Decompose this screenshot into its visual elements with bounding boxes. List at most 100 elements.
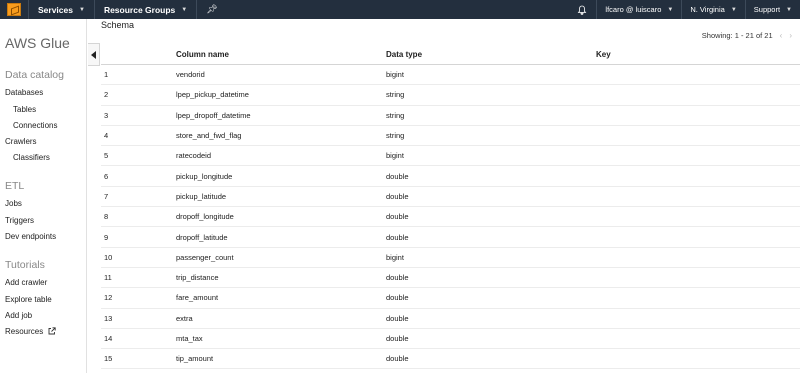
row-index: 8 <box>104 212 109 222</box>
sidebar-item-triggers[interactable]: Triggers <box>5 216 34 225</box>
row-column-name: passenger_count <box>176 252 234 262</box>
row-data-type: bigint <box>386 70 404 80</box>
table-row[interactable]: 2 lpep_pickup_datetime string <box>101 85 800 106</box>
pin-icon[interactable]: 📌︎ <box>197 4 226 15</box>
pagination: Showing: 1 - 21 of 21 ‹ › <box>702 31 792 40</box>
header-key[interactable]: Key <box>596 50 800 59</box>
chevron-down-icon: ▼ <box>181 6 188 13</box>
resource-groups-menu[interactable]: Resource Groups ▼ <box>95 0 196 19</box>
row-data-type: double <box>386 212 409 222</box>
row-index: 9 <box>104 232 109 242</box>
row-index: 11 <box>104 273 112 283</box>
table-row[interactable]: 11 trip_distance double <box>101 268 800 289</box>
row-column-name: mta_tax <box>176 334 203 343</box>
sidebar: AWS Glue Data catalog Databases Tables C… <box>0 19 87 373</box>
sidebar-item-jobs[interactable]: Jobs <box>5 199 22 208</box>
row-index: 5 <box>104 151 109 161</box>
row-column-name: store_and_fwd_flag <box>176 131 242 141</box>
sidebar-item-databases[interactable]: Databases <box>5 88 43 97</box>
sidebar-item-classifiers[interactable]: Classifiers <box>13 153 50 162</box>
header-data-type[interactable]: Data type <box>386 50 596 59</box>
services-label: Services <box>38 4 73 15</box>
row-data-type: double <box>386 313 409 323</box>
row-data-type: double <box>386 171 409 181</box>
row-index: 10 <box>104 252 113 262</box>
table-row[interactable]: 14 mta_tax double <box>101 329 800 350</box>
row-column-name: ratecodeid <box>176 151 212 161</box>
top-navigation-bar: Services ▼ Resource Groups ▼ 📌︎ lfcaro @… <box>0 0 800 19</box>
row-index: 1 <box>104 70 109 80</box>
services-menu[interactable]: Services ▼ <box>29 0 94 19</box>
row-data-type: bigint <box>386 151 404 161</box>
region-label: N. Virginia <box>690 5 725 14</box>
sidebar-item-tables[interactable]: Tables <box>13 105 36 114</box>
table-row[interactable]: 9 dropoff_latitude double <box>101 227 800 248</box>
row-index: 12 <box>104 293 113 303</box>
sidebar-item-explore-table[interactable]: Explore table <box>5 295 52 304</box>
sidebar-item-crawlers[interactable]: Crawlers <box>5 137 37 146</box>
row-index: 13 <box>104 313 113 323</box>
header-column-name[interactable]: Column name <box>176 50 386 59</box>
table-row[interactable]: 15 tip_amount double <box>101 349 800 370</box>
bell-icon[interactable] <box>568 5 596 15</box>
pagination-status: Showing: 1 - 21 of 21 <box>701 31 773 40</box>
prev-page-icon[interactable]: ‹ <box>780 31 783 40</box>
sidebar-item-add-crawler[interactable]: Add crawler <box>5 278 47 287</box>
row-index: 2 <box>104 90 109 100</box>
row-column-name: extra <box>176 313 193 323</box>
row-column-name: lpep_pickup_datetime <box>176 90 249 100</box>
sidebar-item-connections[interactable]: Connections <box>13 121 57 130</box>
table-row[interactable]: 13 extra double <box>101 309 800 329</box>
row-index: 3 <box>104 110 109 120</box>
sidebar-item-resources[interactable]: Resources <box>5 327 57 336</box>
table-row[interactable]: 8 dropoff_longitude double <box>101 207 800 228</box>
collapse-arrow-icon <box>91 50 96 59</box>
region-menu[interactable]: N. Virginia ▼ <box>682 0 744 19</box>
table-row[interactable]: 3 lpep_dropoff_datetime string <box>101 106 800 126</box>
row-index: 14 <box>104 334 113 343</box>
support-label: Support <box>753 5 781 14</box>
row-column-name: dropoff_latitude <box>176 232 228 242</box>
row-column-name: tip_amount <box>176 354 214 364</box>
row-data-type: double <box>386 191 409 201</box>
schema-table: Column name Data type Key 1 vendorid bigin… <box>101 44 800 370</box>
etl-heading: ETL <box>5 180 25 192</box>
row-column-name: trip_distance <box>176 273 219 283</box>
chevron-down-icon: ▼ <box>730 6 737 13</box>
row-column-name: pickup_latitude <box>176 191 227 201</box>
row-data-type: string <box>386 110 405 120</box>
row-index: 4 <box>104 131 109 141</box>
row-data-type: double <box>386 293 409 303</box>
sidebar-item-dev-endpoints[interactable]: Dev endpoints <box>5 232 56 241</box>
table-row[interactable]: 1 vendorid bigint <box>101 65 800 86</box>
next-page-icon[interactable]: › <box>789 31 792 40</box>
table-row[interactable]: 6 pickup_longitude double <box>101 166 800 187</box>
tutorials-heading: Tutorials <box>5 259 45 271</box>
row-column-name: vendorid <box>176 70 205 80</box>
chevron-down-icon: ▼ <box>786 6 792 13</box>
table-header: Column name Data type Key <box>101 44 800 65</box>
sidebar-item-add-job[interactable]: Add job <box>5 311 32 320</box>
resource-groups-label: Resource Groups <box>103 4 176 15</box>
collapse-sidebar-button[interactable] <box>88 43 100 66</box>
table-row[interactable]: 5 ratecodeid bigint <box>101 146 800 167</box>
row-data-type: string <box>386 90 405 100</box>
external-link-icon <box>49 327 57 335</box>
table-row[interactable]: 7 pickup_latitude double <box>101 187 800 208</box>
table-row[interactable]: 10 passenger_count bigint <box>101 248 800 268</box>
account-label: lfcaro @ luiscaro <box>605 5 662 14</box>
row-data-type: double <box>386 232 409 242</box>
support-menu[interactable]: Support ▼ <box>746 0 800 19</box>
row-column-name: lpep_dropoff_datetime <box>176 110 251 120</box>
service-title: AWS Glue <box>5 35 70 51</box>
table-row[interactable]: 12 fare_amount double <box>101 288 800 309</box>
row-column-name: dropoff_longitude <box>176 212 234 222</box>
row-index: 15 <box>104 354 113 364</box>
row-column-name: pickup_longitude <box>176 171 233 181</box>
chevron-down-icon: ▼ <box>667 6 674 13</box>
row-index: 6 <box>104 171 109 181</box>
account-menu[interactable]: lfcaro @ luiscaro ▼ <box>597 0 681 19</box>
resources-label: Resources <box>5 327 44 336</box>
aws-logo-icon[interactable] <box>0 0 28 19</box>
table-row[interactable]: 4 store_and_fwd_flag string <box>101 126 800 147</box>
